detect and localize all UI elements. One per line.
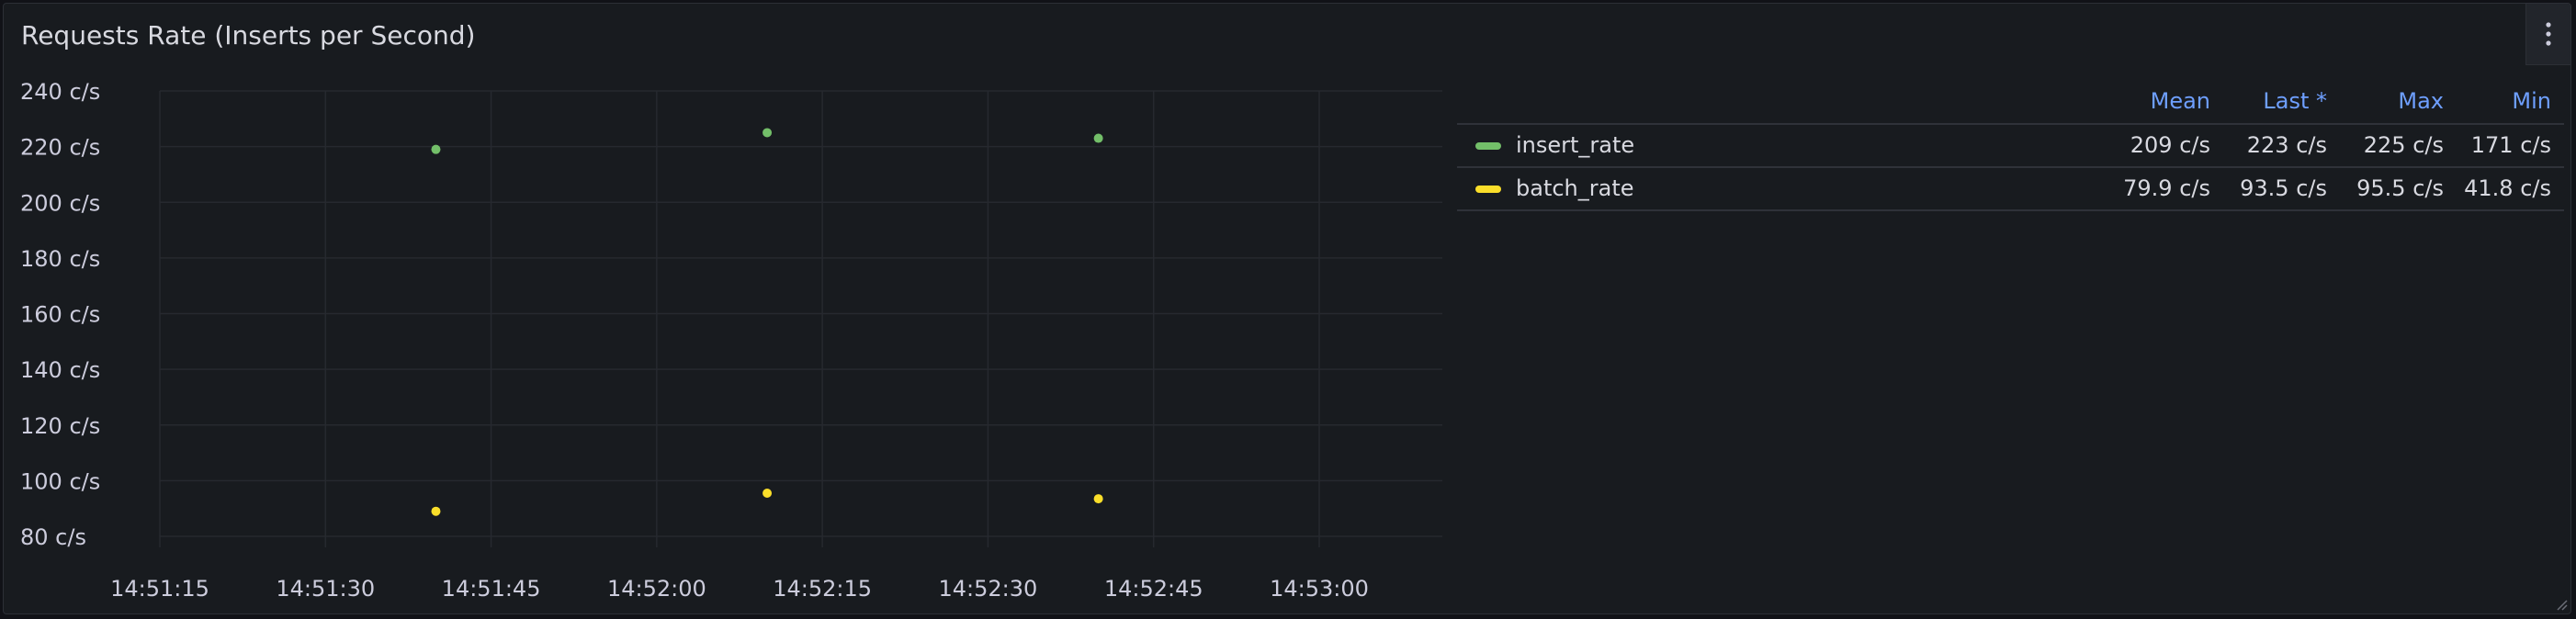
x-tick-label: 14:52:15 bbox=[773, 576, 872, 602]
y-tick-label: 240 c/s bbox=[20, 79, 100, 105]
legend-max-value: 225 c/s bbox=[2363, 132, 2444, 158]
legend-last-value: 93.5 c/s bbox=[2240, 175, 2327, 201]
x-tick-label: 14:52:00 bbox=[607, 576, 706, 602]
kebab-vertical-icon bbox=[2546, 22, 2551, 46]
legend-series-name[interactable]: insert_rate bbox=[1516, 132, 1634, 158]
data-point-insert-rate[interactable] bbox=[1093, 133, 1103, 143]
y-tick-label: 180 c/s bbox=[20, 246, 100, 272]
y-tick-label: 120 c/s bbox=[20, 413, 100, 439]
x-tick-label: 14:52:45 bbox=[1104, 576, 1203, 602]
y-tick-label: 100 c/s bbox=[20, 468, 100, 494]
series-color-swatch[interactable] bbox=[1475, 186, 1501, 193]
panel-menu-button[interactable] bbox=[2525, 4, 2570, 65]
legend-row-batch-rate[interactable]: batch_rate 79.9 c/s 93.5 c/s 95.5 c/s 41… bbox=[1457, 168, 2564, 211]
x-tick-label: 14:51:45 bbox=[442, 576, 541, 602]
legend-column-last[interactable]: Last * bbox=[2263, 88, 2327, 114]
legend-series-name[interactable]: batch_rate bbox=[1516, 175, 1634, 201]
legend-min-value: 171 c/s bbox=[2470, 132, 2551, 158]
y-tick-label: 80 c/s bbox=[20, 524, 86, 550]
legend-max-value: 95.5 c/s bbox=[2356, 175, 2444, 201]
x-tick-label: 14:51:30 bbox=[276, 576, 375, 602]
legend-min-value: 41.8 c/s bbox=[2464, 175, 2551, 201]
resize-handle-icon[interactable] bbox=[2555, 598, 2568, 611]
legend-column-mean[interactable]: Mean bbox=[2151, 88, 2210, 114]
y-tick-label: 220 c/s bbox=[20, 135, 100, 161]
data-point-batch-rate[interactable] bbox=[1093, 494, 1103, 504]
legend-column-min[interactable]: Min bbox=[2512, 88, 2551, 114]
data-point-batch-rate[interactable] bbox=[431, 506, 441, 516]
legend-table: Mean Last * Max Min insert_rate 209 c/s … bbox=[1457, 79, 2564, 211]
legend-column-max[interactable]: Max bbox=[2398, 88, 2444, 114]
data-point-insert-rate[interactable] bbox=[763, 128, 773, 138]
x-tick-label: 14:53:00 bbox=[1270, 576, 1369, 602]
y-tick-label: 160 c/s bbox=[20, 302, 100, 328]
legend-header: Mean Last * Max Min bbox=[1457, 79, 2564, 125]
x-tick-label: 14:52:30 bbox=[939, 576, 1038, 602]
series-color-swatch[interactable] bbox=[1475, 142, 1501, 150]
legend-row-insert-rate[interactable]: insert_rate 209 c/s 223 c/s 225 c/s 171 … bbox=[1457, 125, 2564, 168]
y-tick-label: 200 c/s bbox=[20, 190, 100, 216]
legend-last-value: 223 c/s bbox=[2246, 132, 2327, 158]
legend-mean-value: 79.9 c/s bbox=[2123, 175, 2210, 201]
chart-panel: Requests Rate (Inserts per Second) 240 c… bbox=[3, 3, 2571, 614]
scatter-chart[interactable]: 240 c/s 220 c/s 200 c/s 180 c/s 160 c/s 140 c… bbox=[4, 4, 1455, 614]
y-tick-label: 140 c/s bbox=[20, 357, 100, 383]
data-point-batch-rate[interactable] bbox=[763, 489, 773, 499]
data-point-insert-rate[interactable] bbox=[431, 144, 441, 154]
x-tick-label: 14:51:15 bbox=[110, 576, 209, 602]
legend-mean-value: 209 c/s bbox=[2130, 132, 2210, 158]
